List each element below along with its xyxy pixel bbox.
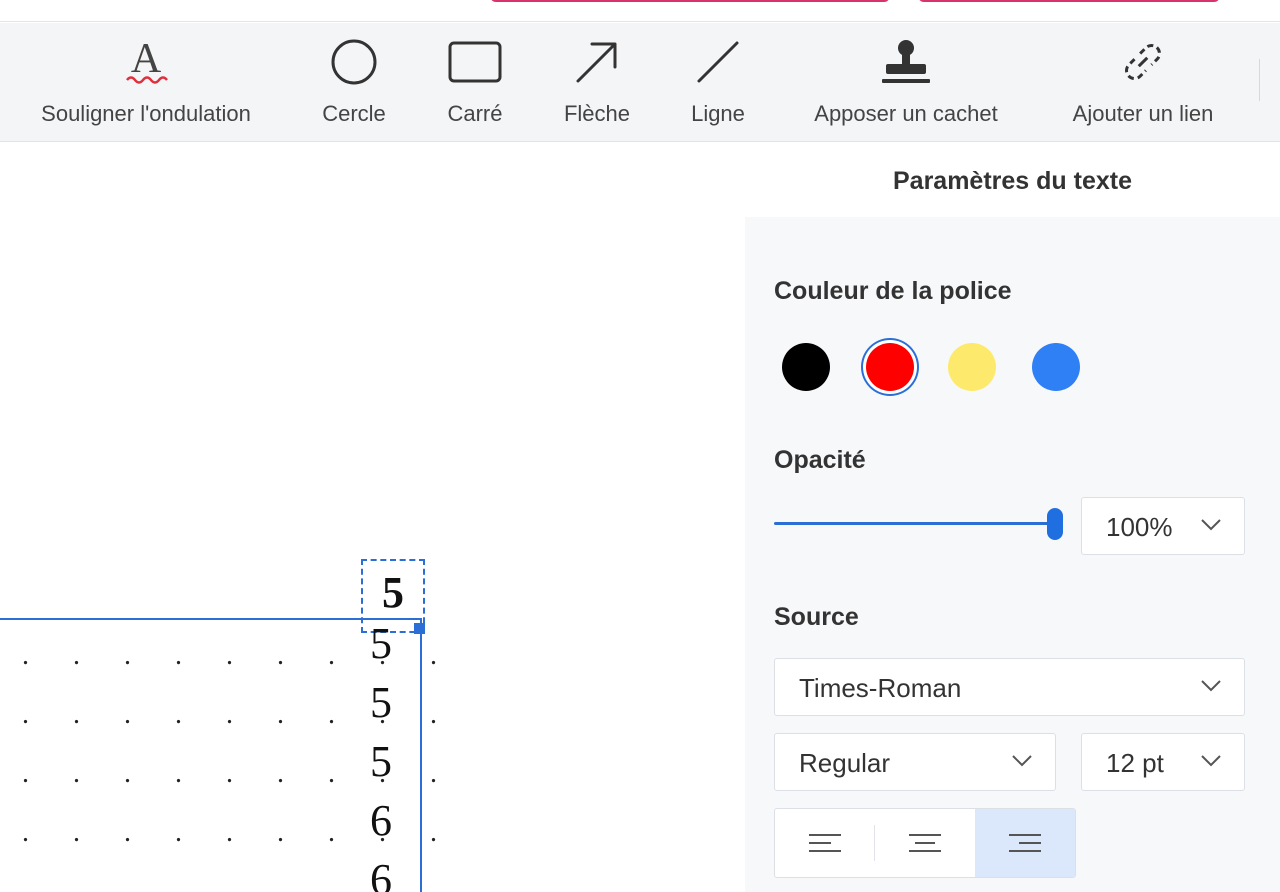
wavy-underline-icon: A — [124, 23, 168, 101]
font-style-dropdown[interactable]: Regular — [774, 733, 1056, 791]
align-left-button[interactable] — [775, 809, 875, 877]
top-button-partial-2[interactable] — [918, 0, 1220, 2]
toc-page-number: 5 — [370, 678, 392, 727]
source-label: Source — [774, 603, 859, 631]
chevron-down-icon — [1012, 755, 1032, 767]
line-icon — [695, 23, 741, 101]
align-center-icon — [909, 834, 941, 852]
tool-label: Souligner l'ondulation — [41, 101, 251, 126]
selected-text-value: 5 — [382, 568, 404, 617]
toc-page-number: 6 — [370, 796, 392, 845]
opacity-label: Opacité — [774, 446, 866, 474]
chevron-down-icon — [1201, 519, 1221, 531]
opacity-slider-thumb[interactable] — [1047, 508, 1063, 540]
text-alignment-group — [774, 808, 1076, 878]
stamp-icon — [880, 23, 932, 101]
tool-stamp[interactable]: Apposer un cachet — [800, 23, 1012, 142]
toc-page-number: 5 — [370, 619, 392, 668]
toc-page-number: 5 — [370, 737, 392, 786]
toc-row: . . . . . . . . . 6 — [0, 796, 437, 871]
tool-label: Ligne — [691, 101, 745, 126]
tool-square[interactable]: Carré — [436, 23, 514, 142]
tool-arrow[interactable]: Flèche — [555, 23, 639, 142]
toc-row: 6 — [0, 855, 420, 892]
align-center-button[interactable] — [875, 809, 975, 877]
tool-wavy-underline[interactable]: A Souligner l'ondulation — [28, 23, 264, 142]
tool-label: Cercle — [322, 101, 386, 126]
tool-label: Flèche — [563, 101, 631, 126]
opacity-dropdown[interactable]: 100% — [1081, 497, 1245, 555]
font-size-value: 12 pt — [1106, 748, 1164, 778]
color-swatch-red[interactable] — [866, 343, 914, 391]
toc-row: . . . . . . . . . 5 — [0, 619, 437, 694]
align-left-icon — [809, 834, 841, 852]
color-swatch-yellow[interactable] — [948, 343, 996, 391]
toolbar-divider — [1259, 59, 1260, 101]
color-swatch-blue[interactable] — [1032, 343, 1080, 391]
color-swatch-black[interactable] — [782, 343, 830, 391]
toc-row: . . . . . . . . . 5 — [0, 737, 437, 812]
chevron-down-icon — [1201, 680, 1221, 692]
tool-add-link[interactable]: Ajouter un lien — [1062, 23, 1224, 142]
font-family-dropdown[interactable]: Times-Roman — [774, 658, 1245, 716]
tool-label: Ajouter un lien — [1072, 101, 1214, 126]
link-icon — [1117, 23, 1169, 101]
circle-icon — [330, 23, 378, 101]
svg-text:A: A — [131, 36, 162, 82]
document-canvas[interactable]: 5 . . . . . . . . . 5 . . . . . . . . . … — [0, 143, 745, 892]
chevron-down-icon — [1201, 755, 1221, 767]
align-right-icon — [1009, 834, 1041, 852]
align-right-button[interactable] — [975, 809, 1075, 877]
resize-handle[interactable] — [414, 623, 425, 634]
tool-line[interactable]: Ligne — [680, 23, 756, 142]
font-color-label: Couleur de la police — [774, 277, 1012, 305]
tool-label: Apposer un cachet — [814, 101, 998, 126]
toc-page-number: 6 — [370, 855, 392, 892]
font-size-dropdown[interactable]: 12 pt — [1081, 733, 1245, 791]
top-strip — [0, 0, 1280, 22]
panel-title: Paramètres du texte — [745, 143, 1280, 217]
annotation-toolbar: A Souligner l'ondulation Cercle Carré Fl… — [0, 23, 1280, 142]
opacity-value: 100% — [1106, 512, 1173, 542]
arrow-icon — [574, 23, 620, 101]
square-icon — [448, 23, 502, 101]
pdf-editor-window: A Souligner l'ondulation Cercle Carré Fl… — [0, 0, 1280, 892]
opacity-slider-track[interactable] — [774, 522, 1054, 525]
tool-label: Carré — [447, 101, 503, 126]
top-button-partial[interactable] — [490, 0, 890, 2]
font-style-value: Regular — [799, 748, 891, 778]
tool-circle[interactable]: Cercle — [314, 23, 394, 142]
text-settings-panel: Couleur de la police Opacité 100% Source… — [745, 217, 1280, 892]
toc-row: . . . . . . . . . 5 — [0, 678, 437, 753]
font-family-value: Times-Roman — [799, 673, 962, 703]
